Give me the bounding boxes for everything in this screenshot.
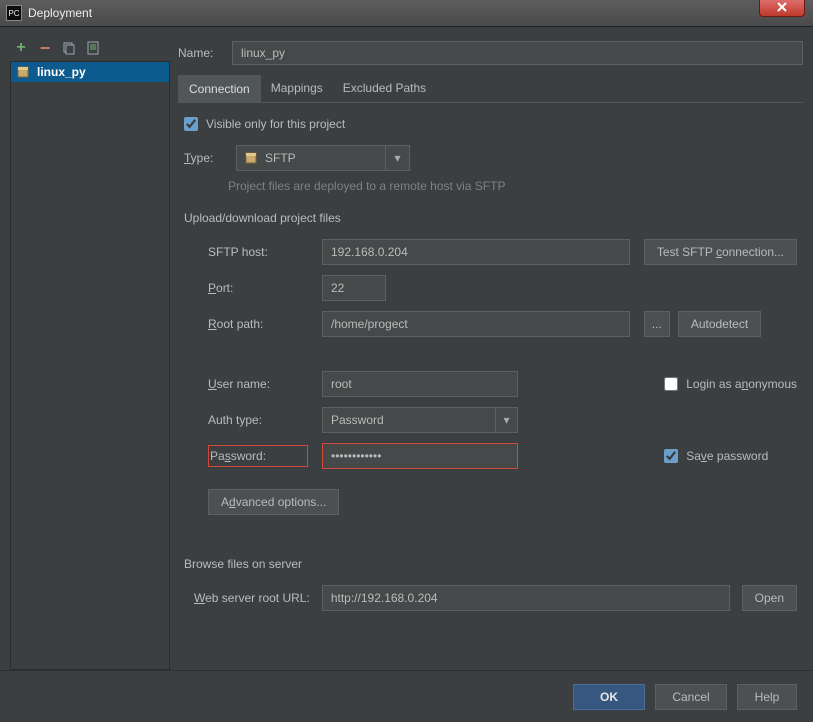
ok-button[interactable]: OK (573, 684, 645, 710)
app-icon: PC (6, 5, 22, 21)
user-name-label: User name: (208, 377, 308, 391)
remove-icon[interactable]: − (38, 41, 52, 55)
root-path-label: Root path: (208, 317, 308, 331)
title-bar: PC Deployment (0, 0, 813, 27)
add-icon[interactable]: + (14, 41, 28, 55)
auth-type-value: Password (331, 413, 384, 427)
web-url-label: Web server root URL: (194, 591, 310, 605)
tab-excluded[interactable]: Excluded Paths (333, 75, 436, 102)
dialog-button-bar: OK Cancel Help (0, 670, 813, 722)
server-list: linux_py (10, 61, 170, 670)
upload-section-label: Upload/download project files (184, 211, 797, 225)
visible-only-label: Visible only for this project (206, 117, 345, 131)
port-label: Port: (208, 281, 308, 295)
anonymous-label: Login as anonymous (686, 377, 797, 391)
name-label: Name: (178, 46, 222, 60)
save-password-checkbox[interactable] (664, 449, 678, 463)
server-item[interactable]: linux_py (11, 62, 169, 82)
advanced-options-button[interactable]: Advanced options... (208, 489, 339, 515)
auth-type-select[interactable]: Password ▾ (322, 407, 518, 433)
sftp-host-input[interactable] (322, 239, 630, 265)
server-item-label: linux_py (37, 65, 86, 79)
browse-section-label: Browse files on server (184, 557, 797, 571)
sftp-host-label: SFTP host: (208, 245, 308, 259)
name-input[interactable] (232, 41, 803, 65)
sftp-icon (245, 151, 259, 165)
copy-icon[interactable] (62, 41, 76, 55)
close-button[interactable] (759, 0, 805, 17)
password-label: Password: (208, 445, 308, 467)
sidebar: + − linux_py (10, 35, 170, 670)
port-input[interactable] (322, 275, 386, 301)
window-title: Deployment (28, 6, 92, 20)
anonymous-checkbox[interactable] (664, 377, 678, 391)
save-password-label: Save password (686, 449, 768, 463)
server-icon (17, 65, 31, 79)
type-label: Type: (184, 151, 226, 165)
open-button[interactable]: Open (742, 585, 797, 611)
password-input[interactable] (322, 443, 518, 469)
autoscroll-icon[interactable] (86, 41, 100, 55)
type-value: SFTP (265, 151, 296, 165)
tab-connection[interactable]: Connection (178, 75, 261, 103)
help-button[interactable]: Help (737, 684, 797, 710)
chevron-down-icon: ▾ (386, 145, 410, 171)
visible-only-checkbox[interactable] (184, 117, 198, 131)
auth-type-label: Auth type: (208, 413, 308, 427)
root-path-input[interactable] (322, 311, 630, 337)
browse-root-button[interactable]: ... (644, 311, 670, 337)
autodetect-button[interactable]: Autodetect (678, 311, 761, 337)
type-select[interactable]: SFTP ▾ (236, 145, 410, 171)
type-hint: Project files are deployed to a remote h… (228, 179, 797, 193)
close-icon (776, 1, 788, 13)
cancel-button[interactable]: Cancel (655, 684, 727, 710)
tab-mappings[interactable]: Mappings (261, 75, 333, 102)
main-panel: Name: Connection Mappings Excluded Paths… (178, 35, 803, 670)
tabs: Connection Mappings Excluded Paths (178, 75, 803, 103)
web-url-input[interactable] (322, 585, 730, 611)
test-connection-button[interactable]: Test SFTP connection... (644, 239, 797, 265)
sidebar-toolbar: + − (10, 35, 170, 61)
user-name-input[interactable] (322, 371, 518, 397)
chevron-down-icon: ▾ (496, 407, 518, 433)
